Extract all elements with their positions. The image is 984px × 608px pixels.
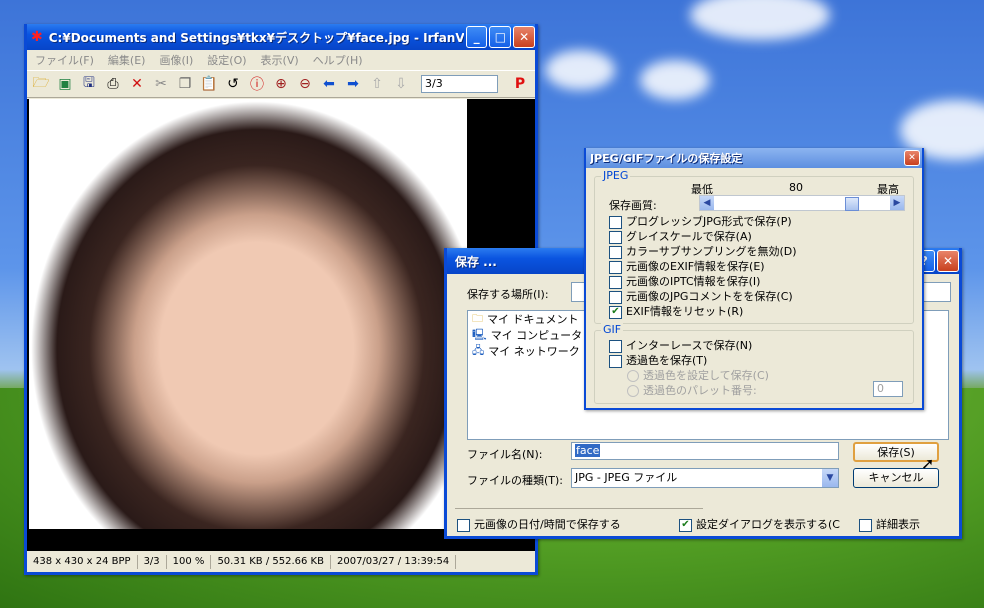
- irfanview-titlebar[interactable]: ✱ C:¥Documents and Settings¥tkx¥デスクトップ¥f…: [27, 24, 536, 50]
- quality-label: 保存画質:: [609, 199, 657, 212]
- jpeg-group-title: JPEG: [601, 169, 631, 182]
- jpeg-option-checkbox[interactable]: 元画像のEXIF情報を保存(E): [609, 258, 765, 274]
- cut-icon[interactable]: ✂: [151, 74, 171, 94]
- minimize-button[interactable]: _: [465, 26, 488, 48]
- jpeg-dialog-title: JPEG/GIFファイルの保存設定: [590, 152, 743, 165]
- status-zoom: 100 %: [167, 555, 212, 569]
- my-network-icon: 🖧: [472, 343, 485, 357]
- palette-input[interactable]: 0: [873, 381, 903, 397]
- mouse-cursor-icon: ➚: [921, 454, 935, 473]
- slider-thumb[interactable]: [845, 197, 859, 211]
- status-datetime: 2007/03/27 / 13:39:54: [331, 555, 457, 569]
- photo: [29, 99, 467, 529]
- zoom-out-icon[interactable]: ⊖: [295, 74, 315, 94]
- menubar: ファイル(F) 編集(E) 画像(I) 設定(O) 表示(V) ヘルプ(H): [27, 50, 535, 70]
- cloud: [545, 50, 615, 90]
- open-folder-icon[interactable]: 🗁: [31, 74, 51, 94]
- statusbar: 438 x 430 x 24 BPP 3/3 100 % 50.31 KB / …: [27, 552, 535, 572]
- jpeg-group: JPEG 最低 80 最高 保存画質: ◀ ▶ プログレッシブJPG形式で保存(…: [594, 169, 914, 324]
- menu-file[interactable]: ファイル(F): [35, 52, 94, 68]
- quality-slider[interactable]: ◀ ▶: [699, 195, 905, 211]
- filetype-label: ファイルの種類(T):: [467, 474, 564, 487]
- cloud: [640, 60, 710, 100]
- quality-value: 80: [789, 181, 803, 194]
- menu-image[interactable]: 画像(I): [159, 52, 193, 68]
- transparent-checkbox[interactable]: 透過色を保存(T): [609, 352, 707, 368]
- gif-group: GIF インターレースで保存(N) 透過色を保存(T) 透過色を設定して保存(C…: [594, 323, 914, 404]
- menu-help[interactable]: ヘルプ(H): [313, 52, 363, 68]
- status-dimensions: 438 x 430 x 24 BPP: [27, 555, 138, 569]
- window-title: C:¥Documents and Settings¥tkx¥デスクトップ¥fac…: [48, 30, 464, 45]
- app-logo-icon: ✱: [31, 29, 43, 45]
- jpeg-option-checkbox[interactable]: プログレッシブJPG形式で保存(P): [609, 213, 792, 229]
- next-arrow-icon[interactable]: ➡: [343, 74, 363, 94]
- location-label: 保存する場所(I):: [467, 288, 549, 301]
- slideshow-icon[interactable]: ▣: [55, 74, 75, 94]
- first-page-icon[interactable]: ⇧: [367, 74, 387, 94]
- interlace-checkbox[interactable]: インターレースで保存(N): [609, 337, 752, 353]
- jpeg-titlebar[interactable]: JPEG/GIFファイルの保存設定 ✕: [586, 148, 922, 168]
- page-input[interactable]: 3/3: [421, 75, 498, 93]
- slider-left-icon[interactable]: ◀: [700, 196, 714, 210]
- filetype-select[interactable]: JPG - JPEG ファイル ▼: [571, 468, 839, 488]
- show-settings-checkbox[interactable]: ✔ 設定ダイアログを表示する(C: [679, 516, 840, 532]
- transparent-set-radio[interactable]: 透過色を設定して保存(C): [627, 367, 769, 383]
- details-checkbox[interactable]: 詳細表示: [859, 516, 920, 532]
- status-page: 3/3: [138, 555, 167, 569]
- delete-x-icon[interactable]: ✕: [127, 74, 147, 94]
- menu-options[interactable]: 設定(O): [207, 52, 246, 68]
- slider-right-icon[interactable]: ▶: [890, 196, 904, 210]
- jpeg-option-checkbox[interactable]: 元画像のIPTC情報を保存(I): [609, 273, 760, 289]
- gif-group-title: GIF: [601, 323, 624, 336]
- paint-icon[interactable]: P: [510, 74, 530, 94]
- undo-icon[interactable]: ↺: [223, 74, 243, 94]
- jpeg-option-checkbox[interactable]: ✔ EXIF情報をリセット(R): [609, 303, 743, 319]
- paste-icon[interactable]: 📋: [199, 74, 219, 94]
- jpeg-option-checkbox[interactable]: グレイスケールで保存(A): [609, 228, 752, 244]
- print-icon[interactable]: ⎙: [103, 74, 123, 94]
- menu-edit[interactable]: 編集(E): [108, 52, 146, 68]
- keep-date-checkbox[interactable]: 元画像の日付/時間で保存する: [457, 516, 621, 532]
- save-close-button[interactable]: ✕: [937, 250, 959, 272]
- maximize-button[interactable]: □: [489, 26, 512, 48]
- chevron-down-icon: ▼: [822, 469, 838, 487]
- jpeg-option-checkbox[interactable]: カラーサブサンプリングを無効(D): [609, 243, 797, 259]
- filename-label: ファイル名(N):: [467, 448, 543, 461]
- save-disk-icon[interactable]: 🖫: [79, 74, 99, 94]
- info-icon[interactable]: ⓘ: [247, 74, 267, 94]
- jpeg-close-button[interactable]: ✕: [904, 150, 920, 166]
- transparent-palette-radio[interactable]: 透過色のパレット番号:: [627, 382, 757, 398]
- filename-input[interactable]: face: [571, 442, 839, 460]
- prev-arrow-icon[interactable]: ⬅: [319, 74, 339, 94]
- copy-icon[interactable]: ❐: [175, 74, 195, 94]
- close-button[interactable]: ✕: [513, 26, 536, 48]
- menu-view[interactable]: 表示(V): [261, 52, 299, 68]
- zoom-in-icon[interactable]: ⊕: [271, 74, 291, 94]
- toolbar: 🗁 ▣ 🖫 ⎙ ✕ ✂ ❐ 📋 ↺ ⓘ ⊕ ⊖ ⬅ ➡ ⇧ ⇩ 3/3 P: [27, 70, 535, 98]
- jpeg-settings-dialog: JPEG/GIFファイルの保存設定 ✕ JPEG 最低 80 最高 保存画質: …: [584, 148, 924, 410]
- jpeg-option-checkbox[interactable]: 元画像のJPGコメントをを保存(C): [609, 288, 793, 304]
- last-page-icon[interactable]: ⇩: [391, 74, 411, 94]
- status-filesize: 50.31 KB / 552.66 KB: [211, 555, 331, 569]
- options-divider: [455, 508, 703, 509]
